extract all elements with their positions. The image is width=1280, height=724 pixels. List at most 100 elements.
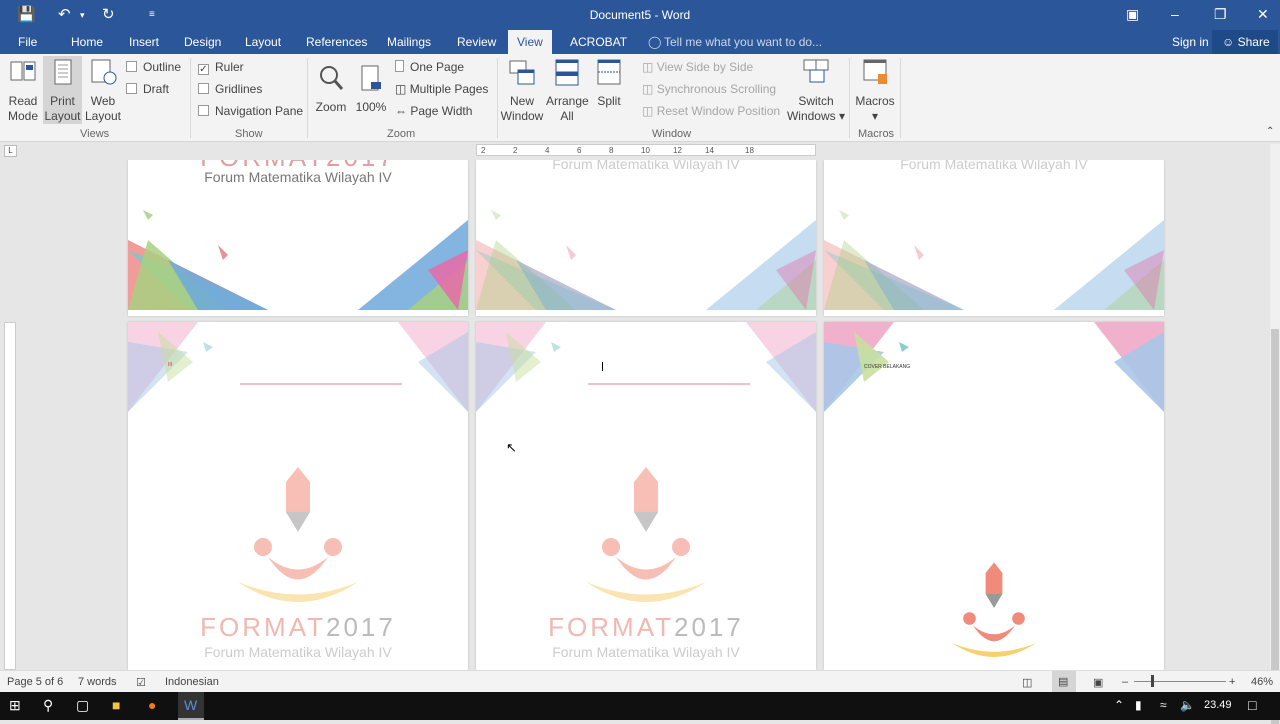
ribbon: Read Mode Print Layout Web Layout Outlin… [0,54,1280,142]
status-bar: Page 5 of 6 7 words ☑ Indonesian ◫ ▤ ▣ –… [0,670,1280,692]
notifications-icon[interactable]: □ [1248,697,1256,713]
synchronous-scrolling-button[interactable]: ◫ Synchronous Scrolling [642,82,776,96]
proofing-icon[interactable]: ☑ [136,676,146,689]
tab-view[interactable]: View [508,30,552,54]
decorative-triangles [824,210,1164,310]
ribbon-display-options-icon[interactable]: ▣ [1126,6,1139,23]
view-side-by-side-button[interactable]: ◫ View Side by Side [642,60,753,74]
outline-button[interactable]: Outline [126,60,181,74]
lightbulb-icon: ◯ [648,35,662,49]
side-by-side-icon: ◫ [642,60,654,74]
sign-in-link[interactable]: Sign in [1172,35,1209,49]
reset-window-position-button[interactable]: ◫ Reset Window Position [642,104,780,118]
one-page-button[interactable]: One Page [395,60,464,74]
text-mark: III [168,362,173,368]
battery-icon[interactable]: ▮ [1135,698,1142,712]
page-thumbnail[interactable]: COVER BELAKANG [824,322,1164,670]
draft-button[interactable]: Draft [126,82,169,96]
zoom-slider[interactable] [1134,681,1226,682]
print-layout-button[interactable]: Print Layout [43,56,82,124]
gridlines-checkbox[interactable]: Gridlines [198,82,262,96]
restore-icon[interactable]: ❐ [1214,6,1227,23]
language[interactable]: Indonesian [165,676,219,688]
navigation-pane-checkbox[interactable]: Navigation Pane [198,104,303,118]
arrange-all-icon [555,59,579,86]
file-explorer-icon[interactable]: ■ [112,697,120,713]
minimize-icon[interactable]: – [1171,6,1179,22]
multiple-pages-button[interactable]: ◫​ Multiple Pages [395,82,488,96]
page-thumbnail[interactable]: Forum Matematika Wilayah IV [476,160,816,316]
tab-references[interactable]: References [306,35,367,49]
volume-icon[interactable]: 🔈 [1180,698,1195,712]
ruler-tick-label: 8 [609,146,614,155]
zoom-level[interactable]: 46% [1251,676,1273,688]
wifi-icon[interactable]: ≈ [1160,698,1167,712]
web-layout-view-icon[interactable]: ▣ [1093,676,1103,689]
new-window-button[interactable]: New Window [500,58,544,124]
zoom-out-button[interactable]: – [1122,676,1128,688]
mouse-cursor-icon: ↖ [506,440,517,455]
tell-me-input[interactable]: Tell me what you want to do... [664,35,822,49]
tab-acrobat[interactable]: ACROBAT [570,35,627,49]
web-layout-button[interactable]: Web Layout [84,58,122,124]
page-subtitle: Forum Matematika Wilayah IV [552,160,740,172]
tab-file[interactable]: File [18,35,37,49]
tab-insert[interactable]: Insert [129,35,159,49]
word-count[interactable]: 7 words [78,676,117,688]
ribbon-tabs: File Home Insert Design Layout Reference… [0,30,1280,54]
tab-home[interactable]: Home [71,35,103,49]
zoom-100-button[interactable]: 100% [354,64,388,115]
word-taskbar-icon[interactable]: W [178,692,204,720]
page-thumbnail[interactable]: Forum Matematika Wilayah IV [824,160,1164,316]
windows-start-icon[interactable]: ⊞ [9,697,21,714]
read-mode-button[interactable]: Read Mode [4,58,42,124]
synchronous-scrolling-label: Synchronous Scrolling [656,82,777,96]
close-icon[interactable]: ✕ [1257,6,1269,23]
show-hidden-icons[interactable]: ⌃ [1114,698,1124,712]
document-area[interactable]: FORMAT2017Forum Matematika Wilayah IVFor… [20,160,1270,670]
ruler-tick-label: 2 [481,146,486,155]
ruler-tick-label: 18 [745,146,754,155]
page-width-button[interactable]: ⇔ Page Width [395,104,472,118]
task-view-icon[interactable]: ▢ [76,697,89,714]
tab-design[interactable]: Design [184,35,221,49]
ruler-tick-label: 4 [545,146,550,155]
tab-mailings[interactable]: Mailings [387,35,431,49]
ruler-checkbox[interactable]: ✓ Ruler [198,60,244,75]
switch-windows-button[interactable]: Switch Windows ▾ [786,58,846,124]
zoom-button[interactable]: Zoom [313,64,349,115]
divider [849,58,850,138]
ruler-tick-label: 12 [673,146,682,155]
zoom-in-button[interactable]: + [1229,676,1235,688]
zoom-slider-thumb[interactable] [1151,675,1154,687]
scrollbar-thumb[interactable] [1271,329,1279,724]
vertical-ruler[interactable] [4,322,16,670]
page-thumbnail[interactable]: FORMAT2017 Forum Matematika Wilayah IV III [128,322,468,670]
split-button[interactable]: Split [592,58,626,109]
divider [190,58,191,138]
cover-label: COVER BELAKANG [864,364,911,370]
search-icon[interactable]: ⚲ [43,697,53,714]
divider [497,58,498,138]
firefox-icon[interactable]: ● [148,697,156,713]
share-button[interactable]: ☺ Share [1212,30,1278,54]
horizontal-ruler[interactable]: 2 2 4 6 8 10 12 14 18 [476,144,816,156]
page-100-icon [361,65,381,91]
decorative-triangles [476,210,816,310]
tab-selector[interactable]: L [4,145,17,157]
macros-button[interactable]: Macros ▾ [854,58,896,124]
page-thumbnail[interactable]: FORMAT2017Forum Matematika Wilayah IV [476,322,816,670]
arrange-all-button[interactable]: Arrange All [546,58,589,124]
page-thumbnail[interactable]: FORMAT2017Forum Matematika Wilayah IV [128,160,468,316]
window-group-label: Window [652,128,692,140]
zoom-100-label: 100% [355,100,387,114]
clock[interactable]: 23.49 [1204,699,1232,711]
collapse-ribbon-icon[interactable]: ⌃ [1266,126,1274,137]
tab-review[interactable]: Review [457,35,496,49]
read-mode-view-icon[interactable]: ◫ [1022,676,1032,689]
format-word: FORMAT [548,612,674,642]
print-layout-view-icon[interactable]: ▤ [1052,671,1076,692]
page-count[interactable]: Page 5 of 6 [7,676,63,688]
vertical-scrollbar[interactable] [1270,144,1280,724]
tab-layout[interactable]: Layout [245,35,281,49]
